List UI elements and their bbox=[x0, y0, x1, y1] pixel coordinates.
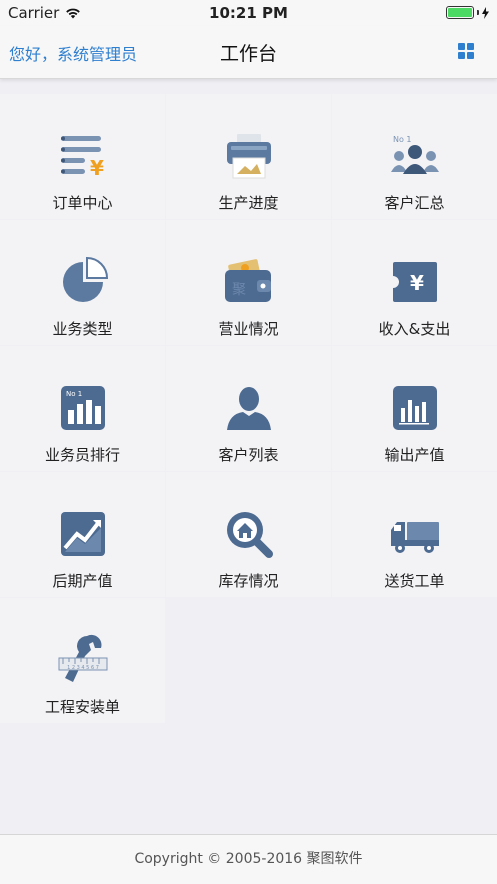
menu-item-label: 营业情况 bbox=[218, 320, 279, 338]
charging-icon bbox=[482, 6, 489, 19]
wrench-ruler-icon: 1 2 3 4 5 6 7 bbox=[58, 634, 107, 682]
battery-indicator bbox=[446, 6, 489, 19]
pie-chart-icon bbox=[62, 256, 108, 302]
ticket-yen-icon: ¥ bbox=[392, 262, 437, 302]
navigation-bar: 您好，系统管理员 工作台 bbox=[0, 26, 497, 79]
svg-text:No 1: No 1 bbox=[66, 390, 82, 398]
menu-item-label: 送货工单 bbox=[384, 572, 445, 590]
menu-item-inventory-status[interactable]: 库存情况 bbox=[166, 472, 331, 597]
menu-item-label: 后期产值 bbox=[52, 572, 113, 590]
truck-icon bbox=[390, 522, 439, 553]
footer: Copyright © 2005-2016 聚图软件 bbox=[0, 834, 497, 884]
svg-text:¥: ¥ bbox=[410, 271, 424, 295]
battery-icon bbox=[446, 6, 474, 19]
menu-grid: ¥ 订单中心 生产进度 No 1 客户汇总 业务类型 聚 营业情况 ¥ 收入&支… bbox=[0, 94, 497, 723]
menu-item-label: 客户列表 bbox=[218, 446, 279, 464]
menu-item-order-center[interactable]: ¥ 订单中心 bbox=[0, 94, 165, 219]
svg-text:¥: ¥ bbox=[90, 156, 104, 180]
status-time: 10:21 PM bbox=[209, 4, 288, 22]
bar-chart-icon bbox=[392, 386, 437, 430]
menu-item-delivery-order[interactable]: 送货工单 bbox=[332, 472, 497, 597]
menu-item-customer-list[interactable]: 客户列表 bbox=[166, 346, 331, 471]
customer-group-icon: No 1 bbox=[390, 135, 439, 174]
menu-item-label: 业务员排行 bbox=[44, 446, 120, 464]
ranking-chart-icon: No 1 bbox=[60, 386, 105, 430]
svg-text:1 2 3 4 5 6 7: 1 2 3 4 5 6 7 bbox=[67, 665, 99, 671]
menu-item-label: 客户汇总 bbox=[384, 194, 445, 212]
menu-item-income-expense[interactable]: ¥ 收入&支出 bbox=[332, 220, 497, 345]
menu-item-business-status[interactable]: 聚 营业情况 bbox=[166, 220, 331, 345]
house-search-icon bbox=[226, 512, 273, 558]
page-title: 工作台 bbox=[219, 43, 277, 65]
svg-text:聚: 聚 bbox=[232, 282, 246, 298]
menu-item-output-value[interactable]: 输出产值 bbox=[332, 346, 497, 471]
menu-item-business-type[interactable]: 业务类型 bbox=[0, 220, 165, 345]
battery-fill bbox=[448, 8, 472, 17]
menu-item-label: 订单中心 bbox=[52, 194, 113, 212]
order-list-icon: ¥ bbox=[60, 136, 104, 180]
menu-item-later-output-value[interactable]: 后期产值 bbox=[0, 472, 165, 597]
status-bar: Carrier 10:21 PM bbox=[0, 0, 497, 26]
svg-text:No 1: No 1 bbox=[393, 135, 412, 144]
menu-item-label: 收入&支出 bbox=[378, 320, 451, 338]
menu-item-label: 工程安装单 bbox=[44, 698, 120, 716]
battery-tip bbox=[477, 10, 479, 15]
trend-up-icon bbox=[60, 512, 105, 556]
menu-item-label: 输出产值 bbox=[384, 446, 445, 464]
wallet-icon: 聚 bbox=[224, 259, 271, 302]
menu-item-label: 生产进度 bbox=[218, 194, 279, 212]
menu-item-label: 库存情况 bbox=[218, 572, 279, 590]
printer-icon bbox=[226, 134, 271, 179]
copyright-text: Copyright © 2005-2016 聚图软件 bbox=[134, 851, 363, 867]
person-icon bbox=[226, 387, 271, 430]
menu-item-customer-summary[interactable]: No 1 客户汇总 bbox=[332, 94, 497, 219]
menu-item-salesperson-ranking[interactable]: No 1 业务员排行 bbox=[0, 346, 165, 471]
grid-view-icon[interactable] bbox=[458, 43, 474, 59]
menu-item-installation-order[interactable]: 1 2 3 4 5 6 7 工程安装单 bbox=[0, 598, 165, 723]
menu-item-production-progress[interactable]: 生产进度 bbox=[166, 94, 331, 219]
menu-item-label: 业务类型 bbox=[52, 320, 113, 338]
